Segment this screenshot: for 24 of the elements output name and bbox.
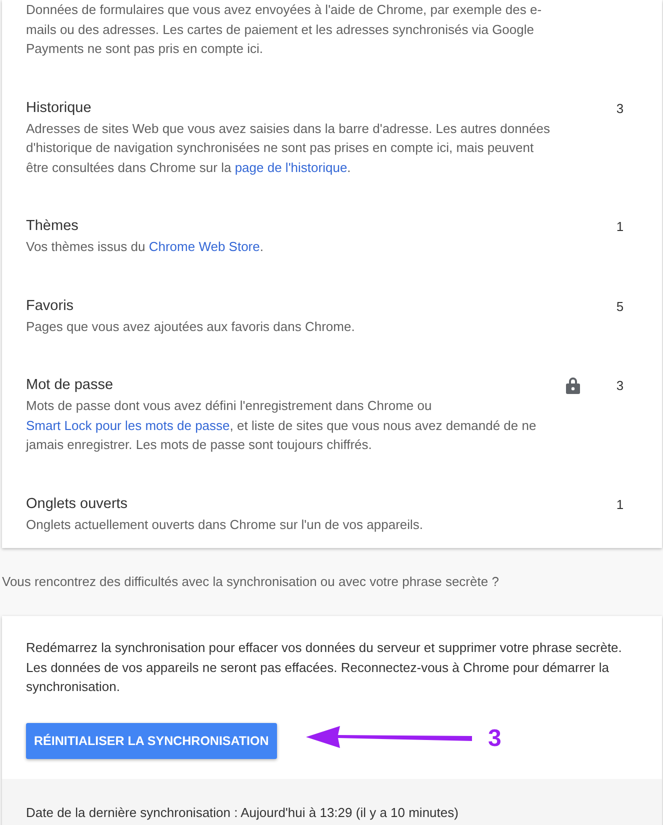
item-description: Onglets actuellement ouverts dans Chrome sur l'un de vos appareils. — [26, 516, 424, 534]
item-count: 1 — [615, 219, 625, 234]
item-description: Données de formulaires que vous avez envoyées à l'aide de Chrome, par exemple des e-mails ou des adresses. Les cartes de paiement et les adresses synchronisés via Google Payments ne sont pas pris en compte ici. — [26, 1, 543, 58]
annotation-number: 3 — [488, 724, 502, 752]
link[interactable]: Smart Lock pour les mots de passe — [26, 418, 230, 432]
item-count: 1 — [615, 496, 625, 512]
link[interactable]: page de l'historique — [234, 160, 348, 174]
item-description: Adresses de sites Web que vous avez saisies dans la barre d'adresse. Les autres données d'historique de navigation synchronisées ne sont pas prises en compte ici, mais peuvent être consultées dans Chrome sur la page de l'historique. — [26, 120, 551, 177]
reset-button[interactable]: RÉINITIALISER LA SYNCHRONISATION — [26, 722, 277, 758]
reset-description: Redémarrez la synchronisation pour effacer vos données du serveur et supprimer votre phrase secrète. Les données de vos appareils ne seront pas effacées. Reconnectez-vous à Chrome pour démarrer la synchronisation. — [26, 639, 623, 696]
item-title: Favoris — [26, 296, 75, 316]
item-title: Onglets ouverts — [26, 494, 129, 514]
item-title: Thèmes — [26, 217, 80, 236]
item-count: 5 — [615, 298, 625, 314]
item-title: Historique — [26, 98, 92, 118]
link[interactable]: Chrome Web Store — [148, 239, 260, 254]
item-description: Pages que vous avez ajoutées aux favoris dans Chrome. — [26, 318, 356, 336]
item-count: 3 — [615, 100, 625, 116]
item-title: Mot de passe — [26, 376, 114, 395]
last-sync-text: Date de la dernière synchronisation : Aujourd'hui à 13:29 (il y a 10 minutes) — [26, 804, 458, 820]
item-count: 3 — [615, 378, 625, 393]
item-description: Vos thèmes issus du Chrome Web Store. — [26, 238, 264, 256]
help-text: Vous rencontrez des difficultés avec la synchronisation ou avec votre phrase secrète ? — [1, 573, 500, 591]
item-description: Mots de passe dont vous avez défini l'enregistrement dans Chrome ou Smart Lock pour les mots de passe, et liste de sites que vous nous avez demandé de ne jamais enregistrer. Les mots de passe sont toujours chiffrés. — [26, 397, 538, 454]
